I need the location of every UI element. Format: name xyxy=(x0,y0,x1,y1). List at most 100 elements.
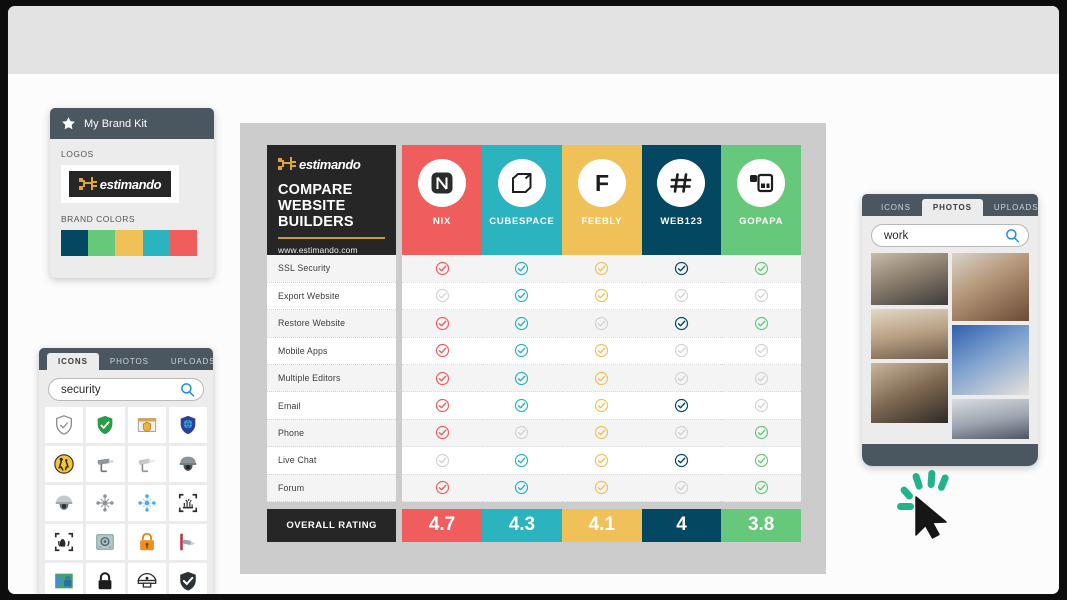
mark-cell xyxy=(481,337,562,366)
mark-cell xyxy=(721,391,801,420)
wall-camera-icon[interactable] xyxy=(168,524,207,560)
mark-cell xyxy=(561,309,642,338)
icon-search-input[interactable]: security xyxy=(61,384,101,396)
table-row: Restore Website xyxy=(267,309,801,338)
photo-results-grid[interactable] xyxy=(862,253,1038,439)
check-icon xyxy=(594,398,609,413)
icons-panel-tab-icons[interactable]: ICONS xyxy=(47,353,99,370)
design-canvas[interactable]: estimando COMPARE WEBSITE BUILDERS www.e… xyxy=(240,123,949,574)
check-icon xyxy=(514,288,529,303)
children-crossing-sign-icon[interactable] xyxy=(45,446,84,482)
map-lock-icon[interactable] xyxy=(45,563,84,594)
feature-label: Phone xyxy=(267,419,397,448)
feature-label: Multiple Editors xyxy=(267,364,397,393)
craftsman-sewing-photo[interactable] xyxy=(952,325,1029,395)
icons-panel-tabbar[interactable]: ICONS PHOTOS UPLOADS xyxy=(39,348,213,370)
poster-brand-cell: estimando COMPARE WEBSITE BUILDERS www.e… xyxy=(267,145,397,255)
color-swatch-1[interactable] xyxy=(88,230,116,256)
check-icon xyxy=(754,480,769,495)
color-swatch-0[interactable] xyxy=(61,230,89,256)
padlock-orange-icon[interactable] xyxy=(127,524,166,560)
column-header-1[interactable]: CUBESPACE xyxy=(481,145,562,255)
team-workshop-photo[interactable] xyxy=(871,309,948,359)
photos-panel-tab-uploads[interactable]: UPLOADS xyxy=(983,199,1038,216)
shield-check-green-icon[interactable] xyxy=(86,407,125,443)
magnifier-icon[interactable] xyxy=(180,382,195,397)
photo-search-input[interactable]: work xyxy=(884,230,908,242)
mark-cell xyxy=(402,337,482,366)
icons-panel-tab-uploads[interactable]: UPLOADS xyxy=(160,353,213,370)
check-icon xyxy=(435,480,450,495)
check-icon xyxy=(594,316,609,331)
column-header-4[interactable]: GOPAPA xyxy=(721,145,801,255)
mark-cell xyxy=(641,364,722,393)
dome-camera-gray-icon[interactable] xyxy=(45,485,84,521)
mark-cell xyxy=(561,391,642,420)
check-icon xyxy=(435,343,450,358)
rating-cell-3: 4 xyxy=(641,508,722,542)
comparison-poster[interactable]: estimando COMPARE WEBSITE BUILDERS www.e… xyxy=(267,145,801,567)
check-icon xyxy=(514,453,529,468)
safe-box-icon[interactable] xyxy=(86,524,125,560)
network-nodes-icon[interactable] xyxy=(86,485,125,521)
folder-shield-icon[interactable] xyxy=(127,407,166,443)
photos-panel-footer xyxy=(862,444,1038,466)
mouse-pointer-icon xyxy=(888,467,968,539)
column-header-0[interactable]: NIX xyxy=(402,145,482,255)
color-swatch-3[interactable] xyxy=(142,230,170,256)
shield-check-outline-icon[interactable] xyxy=(45,407,84,443)
palm-scan-icon[interactable] xyxy=(45,524,84,560)
mark-cell xyxy=(481,446,562,475)
police-hat-icon[interactable] xyxy=(127,563,166,594)
photos-panel-tab-photos[interactable]: PHOTOS xyxy=(921,199,983,216)
dome-camera-icon[interactable] xyxy=(168,446,207,482)
icon-search-field[interactable]: security xyxy=(48,378,204,401)
rating-value-0: 4.7 xyxy=(428,514,456,536)
icons-panel-tab-photos[interactable]: PHOTOS xyxy=(99,353,160,370)
column-header-3[interactable]: WEB123 xyxy=(641,145,722,255)
rating-gap xyxy=(267,501,801,509)
photos-panel-tab-icons[interactable]: ICONS xyxy=(870,199,922,216)
icons-panel[interactable]: ICONS PHOTOS UPLOADS security xyxy=(39,348,213,594)
table-row: Live Chat xyxy=(267,446,801,475)
check-icon xyxy=(435,425,450,440)
delivery-rider-photo[interactable] xyxy=(952,253,1029,321)
magnifier-icon[interactable] xyxy=(1005,228,1020,243)
column-header-2[interactable]: F FEEBLY xyxy=(561,145,642,255)
mark-cell xyxy=(481,309,562,338)
column-name-2: FEEBLY xyxy=(581,216,623,227)
color-swatch-2[interactable] xyxy=(115,230,143,256)
office-window-meeting-photo[interactable] xyxy=(952,399,1029,439)
photos-panel-tabbar[interactable]: ICONS PHOTOS UPLOADS xyxy=(862,194,1038,216)
rating-cell-4: 3.8 xyxy=(721,508,801,542)
network-nodes-blue-icon[interactable] xyxy=(127,485,166,521)
check-icon xyxy=(674,425,689,440)
mark-cell xyxy=(641,337,722,366)
mark-cell xyxy=(721,255,801,283)
woman-sewing-lamp-photo[interactable] xyxy=(871,363,948,423)
check-icon xyxy=(754,371,769,386)
color-swatch-4[interactable] xyxy=(169,230,198,256)
mark-cell xyxy=(641,309,722,338)
security-camera-alt-icon[interactable] xyxy=(127,446,166,482)
brand-kit-panel[interactable]: My Brand Kit LOGOS estimando BRAND COLOR… xyxy=(50,108,214,278)
click-burst xyxy=(897,470,949,510)
logo-text: estimando xyxy=(99,176,162,192)
logo-thumbnail[interactable]: estimando xyxy=(61,165,179,203)
mark-cell xyxy=(641,446,722,475)
security-camera-icon[interactable] xyxy=(86,446,125,482)
column-name-4: GOPAPA xyxy=(739,216,784,227)
photo-search-field[interactable]: work xyxy=(871,224,1029,247)
padlock-black-icon[interactable] xyxy=(86,563,125,594)
business-meeting-photo[interactable] xyxy=(871,253,948,305)
photos-panel[interactable]: ICONS PHOTOS UPLOADS work xyxy=(862,194,1038,466)
rating-value-3: 4 xyxy=(676,514,687,536)
mark-cell xyxy=(402,282,482,311)
icon-results-grid[interactable] xyxy=(39,407,213,594)
check-icon xyxy=(514,398,529,413)
table-header-row: estimando COMPARE WEBSITE BUILDERS www.e… xyxy=(267,145,801,255)
fingerprint-scan-icon[interactable] xyxy=(168,485,207,521)
shield-check-dark-icon[interactable] xyxy=(168,563,207,594)
shield-globe-icon[interactable] xyxy=(168,407,207,443)
brand-color-swatches[interactable] xyxy=(61,230,198,256)
